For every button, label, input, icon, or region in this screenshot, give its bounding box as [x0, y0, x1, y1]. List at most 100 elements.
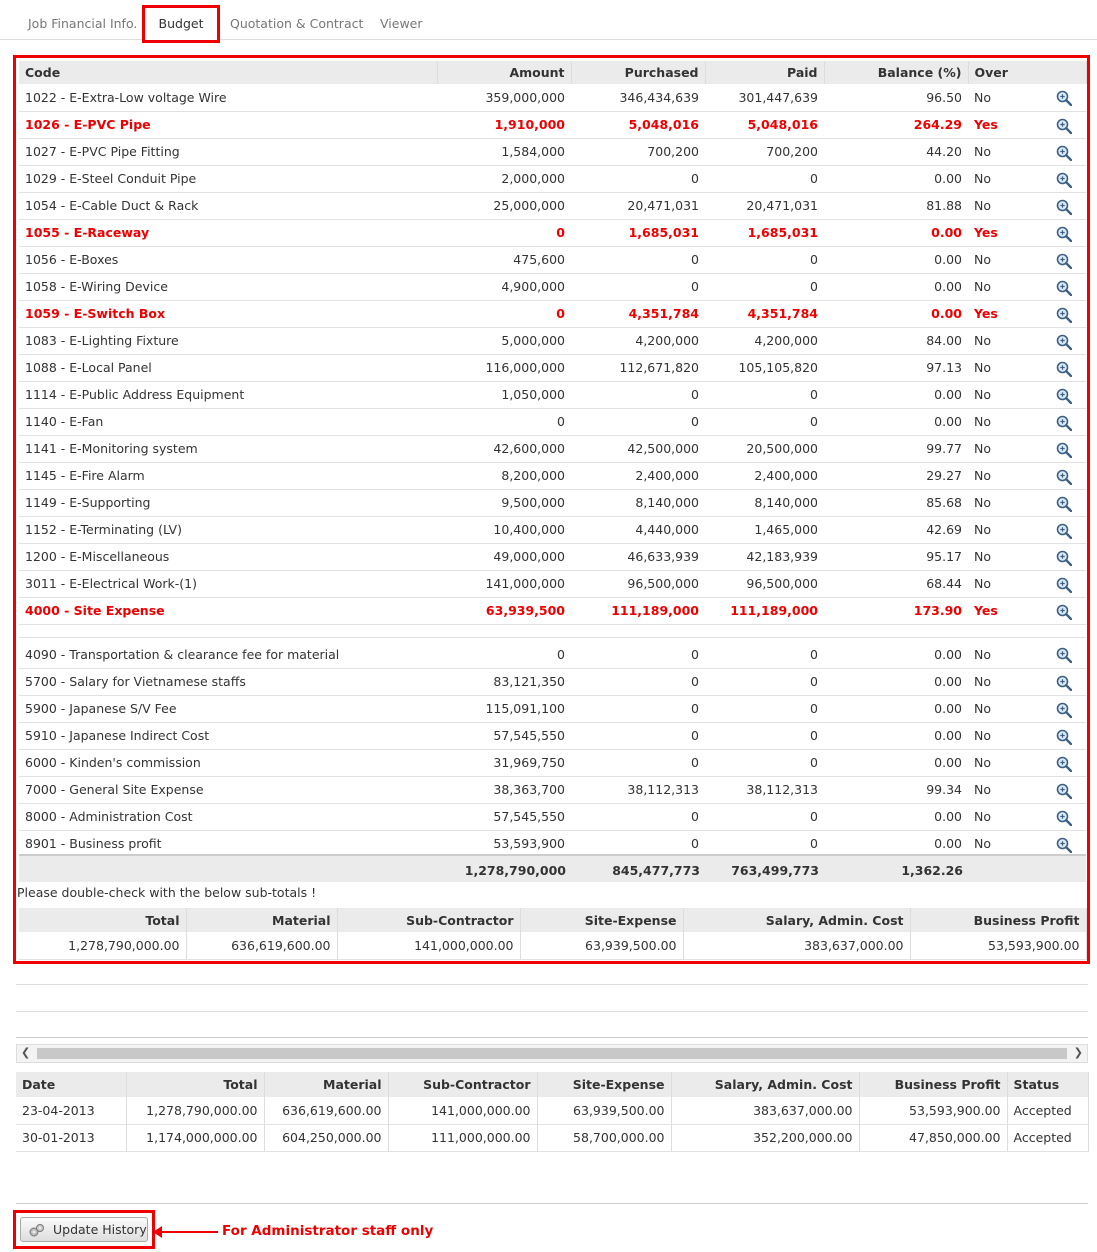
tab-quotation-contract[interactable]: Quotation & Contract — [230, 16, 363, 31]
over-flag: No — [974, 755, 991, 770]
magnifier-icon[interactable] — [1056, 334, 1072, 353]
cell-paid: 0 — [705, 246, 824, 274]
scroll-left-icon[interactable]: ❮ — [21, 1046, 30, 1059]
budget-row[interactable]: 1152 - E-Terminating (LV) 10,400,000 4,440… — [19, 516, 1086, 544]
col-paid-header[interactable]: Paid — [705, 61, 825, 84]
over-flag: No — [974, 144, 991, 159]
history-row[interactable]: 23-04-2013 1,278,790,000.00 636,619,600.00… — [16, 1097, 1089, 1125]
cell-amount: 53,593,900 — [437, 830, 571, 858]
budget-row[interactable]: 1114 - E-Public Address Equipment 1,050,0… — [19, 381, 1086, 409]
budget-row[interactable]: 1022 - E-Extra-Low voltage Wire 359,000,0… — [19, 84, 1086, 112]
magnifier-icon[interactable] — [1056, 388, 1072, 407]
budget-row[interactable]: 1056 - E-Boxes 475,600 0 0 0.00 No — [19, 246, 1086, 274]
magnifier-icon[interactable] — [1056, 253, 1072, 272]
cell-code: 1200 - E-Miscellaneous — [19, 543, 437, 571]
cell-purchased: 4,200,000 — [571, 327, 705, 355]
cell-purchased: 0 — [571, 273, 705, 301]
magnifier-icon[interactable] — [1056, 675, 1072, 694]
magnifier-icon[interactable] — [1056, 604, 1072, 623]
budget-row[interactable]: 5900 - Japanese S/V Fee 115,091,100 0 0 0.00… — [19, 695, 1086, 723]
budget-row[interactable]: 1054 - E-Cable Duct & Rack 25,000,000 20,4… — [19, 192, 1086, 220]
cell-purchased: 346,434,639 — [571, 84, 705, 112]
magnifier-icon[interactable] — [1056, 280, 1072, 299]
magnifier-icon[interactable] — [1056, 550, 1072, 569]
magnifier-icon[interactable] — [1056, 145, 1072, 164]
cell-amount: 2,000,000 — [437, 165, 571, 193]
budget-row[interactable]: 3011 - E-Electrical Work-(1) 141,000,000 9… — [19, 570, 1086, 598]
budget-row[interactable]: 1149 - E-Supporting 9,500,000 8,140,000 8,1… — [19, 489, 1086, 517]
magnifier-icon[interactable] — [1056, 226, 1072, 245]
budget-row[interactable]: 1083 - E-Lighting Fixture 5,000,000 4,200,… — [19, 327, 1086, 355]
magnifier-icon[interactable] — [1056, 783, 1072, 802]
tab-job-financial-info[interactable]: Job Financial Info. — [28, 16, 137, 31]
magnifier-icon[interactable] — [1056, 118, 1072, 137]
col-over-header[interactable]: Over — [968, 61, 1087, 84]
magnifier-icon[interactable] — [1056, 496, 1072, 515]
magnifier-icon[interactable] — [1056, 729, 1072, 748]
col-balance-header[interactable]: Balance (%) — [824, 61, 969, 84]
magnifier-icon[interactable] — [1056, 756, 1072, 775]
scrollbar-thumb[interactable] — [37, 1048, 1067, 1059]
magnifier-icon[interactable] — [1056, 837, 1072, 856]
budget-row[interactable]: 4090 - Transportation & clearance fee fo… — [19, 641, 1086, 669]
budget-row[interactable]: 1140 - E-Fan 0 0 0 0.00 No — [19, 408, 1086, 436]
budget-row[interactable]: 1200 - E-Miscellaneous 49,000,000 46,633,9… — [19, 543, 1086, 571]
cell-paid: 8,140,000 — [705, 489, 824, 517]
budget-row[interactable]: 8901 - Business profit 53,593,900 0 0 0.00 No — [19, 830, 1086, 858]
over-flag: No — [974, 522, 991, 537]
tab-viewer[interactable]: Viewer — [380, 16, 423, 31]
magnifier-icon[interactable] — [1056, 469, 1072, 488]
magnifier-icon[interactable] — [1056, 361, 1072, 380]
budget-row[interactable]: 1058 - E-Wiring Device 4,900,000 0 0 0.00 No — [19, 273, 1086, 301]
col-code-header[interactable]: Code — [19, 61, 438, 84]
cell-over: No — [968, 489, 1086, 517]
scroll-right-icon[interactable]: ❯ — [1074, 1046, 1083, 1059]
cell-purchased: 112,671,820 — [571, 354, 705, 382]
over-flag: Yes — [974, 117, 998, 132]
magnifier-icon[interactable] — [1056, 199, 1072, 218]
budget-row[interactable]: 1027 - E-PVC Pipe Fitting 1,584,000 700,20… — [19, 138, 1086, 166]
budget-row[interactable]: 5910 - Japanese Indirect Cost 57,545,550 0… — [19, 722, 1086, 750]
history-row[interactable]: 30-01-2013 1,174,000,000.00 604,250,000.00… — [16, 1124, 1089, 1152]
cell-balance: 95.17 — [824, 543, 968, 571]
subtotals-table: Total Material Sub-Contractor Site-Expen… — [19, 908, 1087, 960]
budget-row[interactable]: 1141 - E-Monitoring system 42,600,000 42,5… — [19, 435, 1086, 463]
over-flag: No — [974, 576, 991, 591]
magnifier-icon[interactable] — [1056, 90, 1072, 109]
tab-budget[interactable]: Budget — [142, 5, 220, 43]
magnifier-icon[interactable] — [1056, 523, 1072, 542]
cell-balance: 97.13 — [824, 354, 968, 382]
budget-row[interactable]: 4000 - Site Expense 63,939,500 111,189,000… — [19, 597, 1086, 625]
over-flag: No — [974, 468, 991, 483]
magnifier-icon[interactable] — [1056, 172, 1072, 191]
budget-row[interactable]: 1088 - E-Local Panel 116,000,000 112,671,8… — [19, 354, 1086, 382]
col-purchased-header[interactable]: Purchased — [571, 61, 706, 84]
cell-over: No — [968, 516, 1086, 544]
cell-purchased: 111,189,000 — [571, 597, 705, 625]
magnifier-icon[interactable] — [1056, 647, 1072, 666]
magnifier-icon[interactable] — [1056, 702, 1072, 721]
horizontal-scrollbar[interactable]: ❮ ❯ — [16, 1044, 1088, 1063]
cell-over: No — [968, 354, 1086, 382]
budget-row[interactable]: 1055 - E-Raceway 0 1,685,031 1,685,031 0.00 Y… — [19, 219, 1086, 247]
magnifier-icon[interactable] — [1056, 442, 1072, 461]
budget-row[interactable]: 1145 - E-Fire Alarm 8,200,000 2,400,000 2,4… — [19, 462, 1086, 490]
update-history-button[interactable]: Update History — [20, 1217, 148, 1242]
col-amount-header[interactable]: Amount — [437, 61, 572, 84]
budget-row[interactable]: 1026 - E-PVC Pipe 1,910,000 5,048,016 5,048… — [19, 111, 1086, 139]
budget-row[interactable]: 7000 - General Site Expense 38,363,700 38,… — [19, 776, 1086, 804]
budget-row[interactable]: 1029 - E-Steel Conduit Pipe 2,000,000 0 0 0.… — [19, 165, 1086, 193]
partially-hidden-row — [19, 628, 1086, 638]
cell-paid: 0 — [705, 165, 824, 193]
budget-row[interactable]: 1059 - E-Switch Box 0 4,351,784 4,351,784 0.… — [19, 300, 1086, 328]
cell-purchased: 5,048,016 — [571, 111, 705, 139]
magnifier-icon[interactable] — [1056, 577, 1072, 596]
budget-row[interactable]: 5700 - Salary for Vietnamese staffs 83,12… — [19, 668, 1086, 696]
magnifier-icon[interactable] — [1056, 810, 1072, 829]
magnifier-icon[interactable] — [1056, 415, 1072, 434]
budget-row[interactable]: 6000 - Kinden's commission 31,969,750 0 0 0.… — [19, 749, 1086, 777]
magnifier-icon[interactable] — [1056, 307, 1072, 326]
budget-row[interactable]: 8000 - Administration Cost 57,545,550 0 0 0.… — [19, 803, 1086, 831]
total-balance: 1,362.26 — [901, 863, 963, 878]
subtotal-subcontractor: 141,000,000.00 — [337, 932, 521, 960]
